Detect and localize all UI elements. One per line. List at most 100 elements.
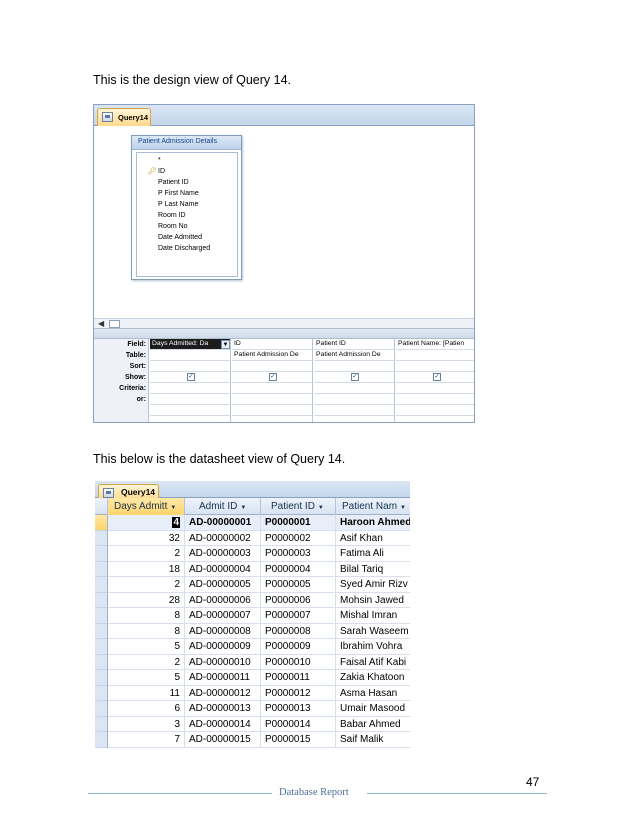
- table-cell[interactable]: AD-00000010: [185, 654, 261, 670]
- grid-sort-cell[interactable]: [232, 361, 312, 372]
- grid-table-cell[interactable]: Patient Admission De: [232, 350, 312, 361]
- table-cell[interactable]: P0000002: [261, 530, 336, 546]
- table-cell[interactable]: AD-00000006: [185, 592, 261, 608]
- table-cell[interactable]: P0000013: [261, 701, 336, 717]
- grid-or-cell[interactable]: [150, 394, 230, 405]
- table-field-list[interactable]: Patient Admission Details 🔑︎ * ID Patien…: [131, 135, 242, 280]
- table-cell[interactable]: 18: [108, 561, 185, 577]
- table-cell[interactable]: 4: [108, 515, 185, 531]
- table-cell[interactable]: P0000015: [261, 732, 336, 748]
- table-cell[interactable]: AD-00000015: [185, 732, 261, 748]
- grid-empty-cell[interactable]: [232, 405, 312, 416]
- table-cell[interactable]: AD-00000005: [185, 577, 261, 593]
- table-cell[interactable]: Umair Masood: [336, 701, 410, 717]
- table-cell[interactable]: 8: [108, 608, 185, 624]
- table-cell[interactable]: Mishal Imran: [336, 608, 410, 624]
- grid-field-cell[interactable]: ID: [232, 339, 312, 350]
- table-cell[interactable]: P0000003: [261, 546, 336, 562]
- grid-criteria-cell[interactable]: [314, 383, 394, 394]
- table-cell[interactable]: Zakia Khatoon: [336, 670, 410, 686]
- table-row[interactable]: 8 AD-00000008 P0000008 Sarah Waseem: [108, 623, 410, 639]
- field-item[interactable]: *: [158, 156, 161, 165]
- grid-field-cell[interactable]: Days Admitted: Da ▼: [150, 339, 230, 350]
- scroll-thumb[interactable]: [109, 320, 120, 328]
- table-cell[interactable]: Bilal Tariq: [336, 562, 410, 578]
- record-selector[interactable]: [95, 685, 108, 701]
- record-selector[interactable]: [95, 732, 108, 748]
- field-item[interactable]: Patient ID: [158, 178, 189, 187]
- show-checkbox[interactable]: ✓: [187, 373, 195, 381]
- grid-criteria-cell[interactable]: [232, 383, 312, 394]
- table-cell[interactable]: AD-00000007: [185, 608, 261, 624]
- table-row[interactable]: 3 AD-00000014 P0000014 Babar Ahmed: [108, 716, 410, 733]
- table-cell[interactable]: AD-00000004: [185, 561, 261, 577]
- column-header[interactable]: Days Admitt ▼: [108, 498, 185, 515]
- grid-field-cell[interactable]: Patient ID: [314, 339, 394, 350]
- table-cell[interactable]: Babar Ahmed: [336, 717, 410, 733]
- table-cell[interactable]: Saif Malik: [336, 732, 410, 748]
- record-selector[interactable]: [95, 561, 108, 577]
- table-cell[interactable]: 6: [108, 701, 185, 717]
- grid-table-cell[interactable]: [396, 350, 474, 361]
- show-checkbox[interactable]: ✓: [269, 373, 277, 381]
- grid-empty-cell[interactable]: [150, 405, 230, 416]
- record-selector[interactable]: [95, 639, 108, 655]
- chevron-down-icon[interactable]: ▼: [240, 505, 246, 511]
- table-cell[interactable]: 32: [108, 530, 185, 546]
- field-item[interactable]: Date Discharged: [158, 244, 210, 253]
- table-cell[interactable]: AD-00000009: [185, 639, 261, 655]
- grid-sort-cell[interactable]: [396, 361, 474, 372]
- show-checkbox[interactable]: ✓: [433, 373, 441, 381]
- table-cell[interactable]: P0000001: [261, 515, 336, 531]
- field-item[interactable]: ID: [158, 167, 165, 176]
- table-cell[interactable]: P0000004: [261, 561, 336, 577]
- table-cell[interactable]: 7: [108, 732, 185, 748]
- table-row[interactable]: 4 AD-00000001 P0000001 Haroon Ahmed: [108, 515, 410, 531]
- table-row[interactable]: 28 AD-00000006 P0000006 Mohsin Jawed: [108, 592, 410, 609]
- grid-empty-cell[interactable]: [314, 405, 394, 416]
- table-cell[interactable]: AD-00000001: [185, 515, 261, 531]
- grid-empty-cell[interactable]: [396, 405, 474, 416]
- table-cell[interactable]: Asif Khan: [336, 531, 410, 547]
- table-cell[interactable]: P0000014: [261, 716, 336, 732]
- table-cell[interactable]: P0000009: [261, 639, 336, 655]
- table-cell[interactable]: 5: [108, 670, 185, 686]
- table-row[interactable]: 8 AD-00000007 P0000007 Mishal Imran: [108, 608, 410, 624]
- field-item[interactable]: P First Name: [158, 189, 199, 198]
- grid-sort-cell[interactable]: [314, 361, 394, 372]
- table-cell[interactable]: Mohsin Jawed: [336, 593, 410, 609]
- grid-table-cell[interactable]: [150, 350, 230, 361]
- record-selector[interactable]: [95, 592, 108, 608]
- grid-criteria-cell[interactable]: [396, 383, 474, 394]
- table-cell[interactable]: AD-00000012: [185, 685, 261, 701]
- table-cell[interactable]: P0000006: [261, 592, 336, 608]
- column-header[interactable]: Patient ID ▼: [261, 498, 336, 515]
- column-header[interactable]: Patient Nam ▼: [336, 498, 410, 515]
- table-cell[interactable]: P0000008: [261, 623, 336, 639]
- table-cell[interactable]: P0000007: [261, 608, 336, 624]
- table-cell[interactable]: 3: [108, 716, 185, 732]
- field-item[interactable]: Room No: [158, 222, 188, 231]
- table-row[interactable]: 18 AD-00000004 P0000004 Bilal Tariq: [108, 561, 410, 578]
- field-item[interactable]: Date Admitted: [158, 233, 202, 242]
- record-selector[interactable]: [95, 654, 108, 670]
- grid-table-cell[interactable]: Patient Admission De: [314, 350, 394, 361]
- record-selector[interactable]: [95, 701, 108, 717]
- grid-or-cell[interactable]: [232, 394, 312, 405]
- table-row[interactable]: 6 AD-00000013 P0000013 Umair Masood: [108, 701, 410, 717]
- table-row[interactable]: 2 AD-00000005 P0000005 Syed Amir Rizv: [108, 577, 410, 593]
- pane-splitter[interactable]: [94, 328, 474, 339]
- chevron-down-icon[interactable]: ▼: [318, 505, 324, 511]
- record-selector[interactable]: [95, 670, 108, 686]
- table-cell[interactable]: 5: [108, 639, 185, 655]
- table-cell[interactable]: P0000005: [261, 577, 336, 593]
- grid-or-cell[interactable]: [396, 394, 474, 405]
- field-item[interactable]: Room ID: [158, 211, 186, 220]
- chevron-down-icon[interactable]: ▼: [400, 505, 406, 511]
- table-cell[interactable]: 8: [108, 623, 185, 639]
- table-cell[interactable]: Ibrahim Vohra: [336, 639, 410, 655]
- grid-or-cell[interactable]: [314, 394, 394, 405]
- table-cell[interactable]: AD-00000013: [185, 701, 261, 717]
- record-selector[interactable]: [95, 716, 108, 732]
- table-cell[interactable]: P0000012: [261, 685, 336, 701]
